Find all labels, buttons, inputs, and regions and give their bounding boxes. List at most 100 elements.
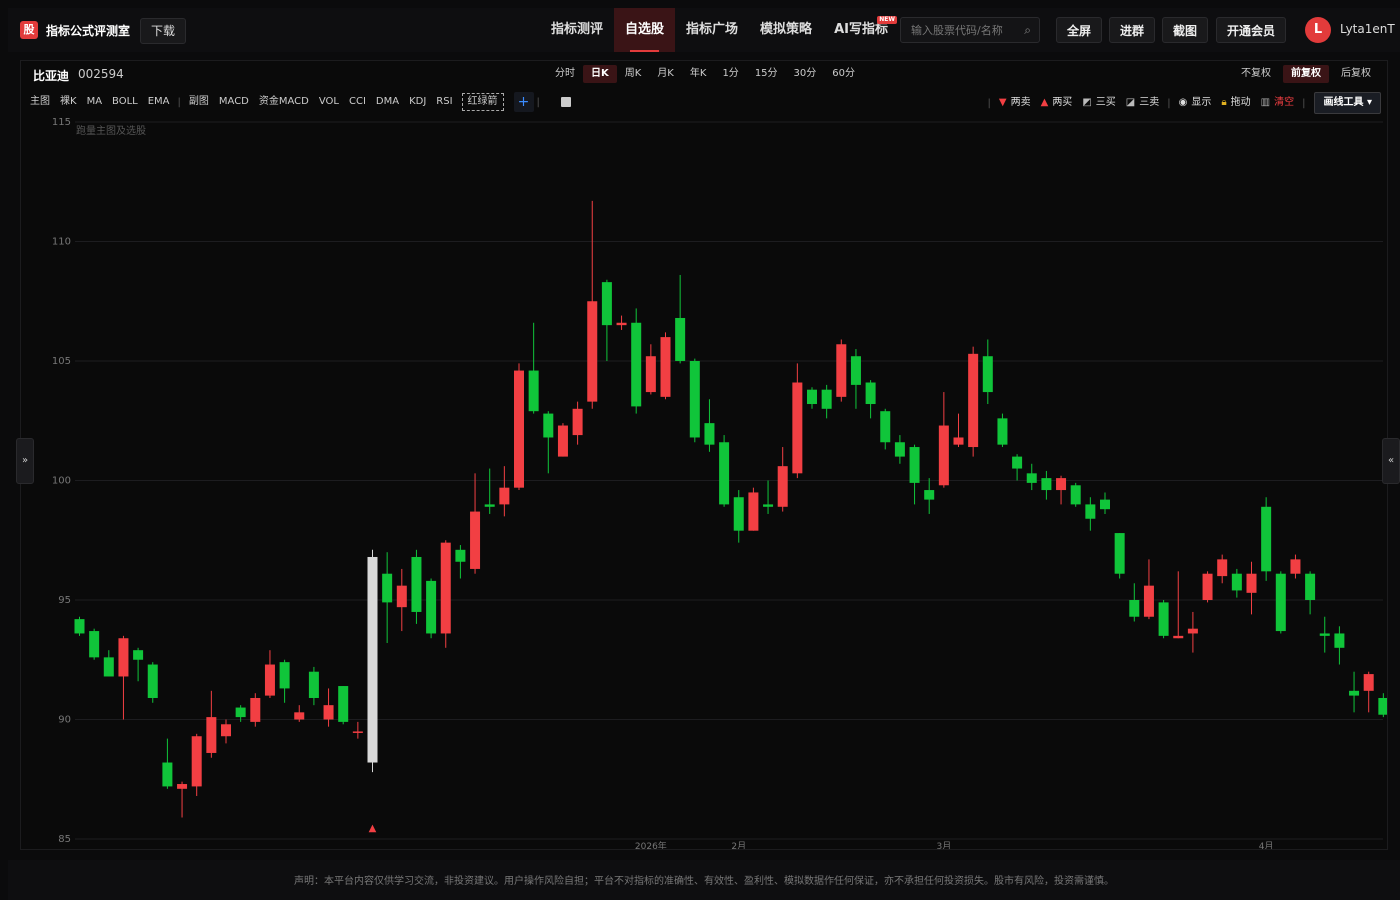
indicator-bare-k[interactable]: 裸K [55, 92, 82, 112]
indicator-ma[interactable]: MA [82, 92, 107, 112]
y-tick-label: 100 [52, 476, 71, 487]
brand-name: 指标公式评测室 [46, 23, 131, 38]
candlestick-chart[interactable]: 85 90 95 100 105 110 115 跑量主图及选股 2026年 2月 3月 4月 ▲ [21, 115, 1387, 849]
candle-body [660, 337, 671, 397]
join-group-button[interactable]: 进群 [1109, 17, 1156, 43]
candle-body [177, 784, 188, 789]
add-indicator-button[interactable]: + [513, 92, 534, 112]
candle-body [499, 487, 510, 505]
adjust-tab-none[interactable]: 不复权 [1233, 65, 1279, 83]
candle-body [1187, 628, 1198, 634]
download-button[interactable]: 下载 [140, 18, 187, 44]
nav-item-evaluation[interactable]: 指标测评 [540, 8, 614, 52]
buy3-tool[interactable]: ◩ 三买 [1077, 93, 1120, 113]
indicator-kdj[interactable]: KDJ [404, 92, 431, 112]
indicator-dma[interactable]: DMA [371, 92, 404, 112]
indicator-ema[interactable]: EMA [143, 92, 175, 112]
candle-body [250, 697, 261, 722]
candle-body [675, 317, 686, 361]
triangle-up-icon: ▲ [1040, 97, 1049, 108]
candle-body [118, 638, 129, 677]
drag-tool[interactable]: 🔒︎ 拖动 [1216, 93, 1255, 113]
candle-body [323, 705, 334, 720]
candle-body [982, 356, 993, 393]
indicator-boll[interactable]: BOLL [107, 92, 143, 112]
candle-body [528, 370, 539, 412]
candle-body [411, 556, 422, 612]
candle-body [631, 322, 642, 407]
username[interactable]: Lyta1enT [1340, 22, 1395, 36]
indicator-rsi[interactable]: RSI [431, 92, 457, 112]
vip-button[interactable]: 开通会员 [1216, 17, 1287, 43]
nav-item-indicator-square[interactable]: 指标广场 [675, 8, 749, 52]
sell3-tool[interactable]: ◪ 三卖 [1121, 93, 1164, 113]
chart-watermark: 跑量主图及选股 [76, 124, 146, 137]
candle-body [1026, 473, 1037, 483]
indicator-main-chart[interactable]: 主图 [25, 92, 55, 112]
brand-logo-icon: 股 [20, 21, 38, 39]
candle-body [616, 322, 627, 326]
disclaimer: 声明：本平台内容仅供学习交流，非投资建议。用户操作风险自担；平台不对指标的准确性… [8, 860, 1400, 900]
candle-body [426, 580, 437, 634]
sell2-tool[interactable]: ▼ 两卖 [994, 93, 1036, 113]
period-tabs: 分时 日K 周K 月K 年K 1分 15分 30分 60分 [547, 65, 863, 83]
candle-body [733, 497, 744, 531]
period-tab-1min[interactable]: 1分 [714, 65, 746, 83]
period-tab-intraday[interactable]: 分时 [547, 65, 583, 83]
period-tab-monthly[interactable]: 月K [649, 65, 682, 83]
candle-body [1231, 573, 1242, 591]
candle-body [1173, 635, 1184, 639]
stock-search-input[interactable] [901, 18, 1021, 42]
candle-body [1070, 485, 1081, 505]
clear-tool[interactable]: ▥ 清空 [1256, 93, 1299, 113]
candle-body [748, 492, 759, 531]
adjust-tab-backward[interactable]: 后复权 [1333, 65, 1379, 83]
candle-body [807, 389, 817, 405]
candle-body [396, 585, 407, 608]
nav-item-ai-indicator[interactable]: AI写指标 NEW [823, 8, 899, 52]
indicator-sub-chart[interactable]: 副图 [184, 92, 214, 112]
nav-item-simulated-strategy[interactable]: 模拟策略 [749, 8, 823, 52]
adjust-tab-forward[interactable]: 前复权 [1283, 65, 1329, 83]
save-icon[interactable] [560, 97, 571, 107]
period-tab-daily[interactable]: 日K [583, 65, 617, 83]
candle-body [1246, 573, 1257, 593]
candle-body [1100, 499, 1110, 510]
candle-body [909, 447, 920, 483]
period-tab-30min[interactable]: 30分 [786, 65, 825, 83]
expand-right-button[interactable]: « [1382, 438, 1400, 484]
screenshot-button[interactable]: 截图 [1162, 17, 1209, 43]
indicator-red-green-arrow[interactable]: 红绿箭 [461, 93, 504, 111]
fullscreen-button[interactable]: 全屏 [1056, 17, 1103, 43]
nav-item-watchlist[interactable]: 自选股 [614, 8, 676, 52]
indicator-macd[interactable]: MACD [214, 92, 254, 112]
main-nav: 指标测评 自选股 指标广场 模拟策略 AI写指标 NEW [540, 8, 899, 52]
period-tab-yearly[interactable]: 年K [682, 65, 715, 83]
period-tab-weekly[interactable]: 周K [617, 65, 650, 83]
candle-body [865, 382, 876, 405]
draw-tools-dropdown[interactable]: 画线工具 ▾ [1314, 92, 1381, 114]
period-tab-60min[interactable]: 60分 [824, 65, 863, 83]
candle-body [162, 762, 173, 787]
expand-left-button[interactable]: » [16, 438, 34, 484]
candle-body [74, 619, 85, 634]
stock-code: 002594 [78, 67, 124, 81]
search-icon[interactable]: ⌕ [1024, 23, 1031, 38]
y-tick-label: 95 [58, 595, 71, 606]
brand[interactable]: 股 指标公式评测室 [20, 21, 130, 39]
indicator-vol[interactable]: VOL [314, 92, 344, 112]
indicator-fund-macd[interactable]: 资金MACD [254, 92, 314, 112]
chart-header: 比亚迪 002594 分时 日K 周K 月K 年K 1分 15分 30分 60分… [21, 61, 1387, 89]
candle-body [894, 442, 905, 457]
candle-body [1319, 633, 1330, 636]
avatar[interactable]: L [1305, 17, 1331, 43]
candle-body [470, 511, 481, 569]
candle-body [601, 282, 612, 326]
period-tab-15min[interactable]: 15分 [747, 65, 786, 83]
top-bar: 股 指标公式评测室 下载 指标测评 自选股 指标广场 模拟策略 AI写指标 NEW… [8, 8, 1400, 52]
buy2-tool[interactable]: ▲ 两买 [1036, 93, 1078, 113]
candle-body [367, 556, 378, 763]
show-tool[interactable]: ◉ 显示 [1174, 93, 1217, 113]
indicator-cci[interactable]: CCI [344, 92, 371, 112]
y-tick-label: 85 [58, 834, 71, 845]
